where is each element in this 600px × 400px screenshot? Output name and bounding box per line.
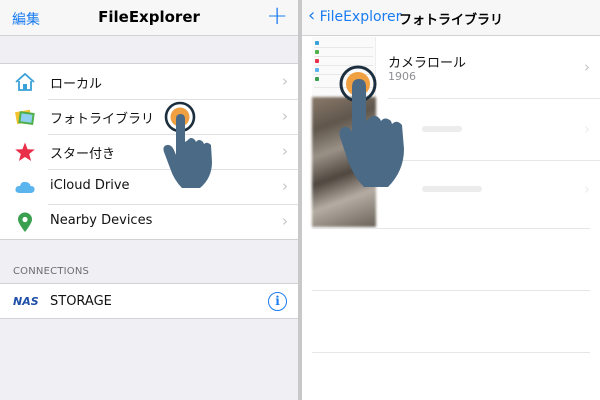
- list-item-label: iCloud Drive: [50, 178, 130, 193]
- pointing-hand-icon: [339, 65, 404, 187]
- list-item-photo-library[interactable]: フォトライブラリ ›: [0, 99, 298, 134]
- chevron-right-icon: ›: [282, 142, 288, 160]
- row-separator: [312, 352, 590, 353]
- chevron-right-icon: ›: [282, 212, 288, 230]
- location-pin-icon: [18, 212, 32, 232]
- list-item-icloud-drive[interactable]: iCloud Drive ›: [0, 169, 298, 204]
- list-item-label: スター付き: [50, 147, 116, 162]
- row-separator: [312, 290, 590, 291]
- chevron-right-icon: ›: [282, 107, 288, 125]
- house-icon: [15, 72, 35, 91]
- list-item-label: ローカル: [50, 77, 103, 92]
- list-item-nearby-devices[interactable]: Nearby Devices ›: [0, 204, 298, 239]
- mini-divider: [314, 47, 373, 48]
- navigation-bar: 編集 FileExplorer +: [0, 0, 298, 36]
- connection-item-storage[interactable]: NAS STORAGE i: [0, 283, 298, 319]
- back-button[interactable]: ‹ FileExplorer: [308, 7, 402, 26]
- pointing-hand-icon: [163, 101, 212, 188]
- nav-title: FileExplorer: [98, 8, 200, 26]
- chevron-right-icon: ›: [584, 120, 590, 138]
- chevron-right-icon: ›: [282, 177, 288, 195]
- list-item-starred[interactable]: スター付き ›: [0, 134, 298, 169]
- cloud-icon: [15, 181, 35, 193]
- back-label: FileExplorer: [319, 9, 402, 25]
- chevron-left-icon: ‹: [308, 5, 316, 26]
- mini-divider: [314, 56, 373, 57]
- chevron-right-icon: ›: [584, 58, 590, 76]
- locations-list: ローカル › フォトライブラリ › スター付き › iCloud Drive ›: [0, 63, 298, 240]
- mini-star-icon: [315, 59, 319, 63]
- chevron-right-icon: ›: [282, 72, 288, 90]
- mini-pin-icon: [315, 77, 319, 81]
- star-icon: [15, 142, 35, 161]
- list-item-label: フォトライブラリ: [50, 112, 155, 127]
- list-item-label: Nearby Devices: [50, 213, 153, 228]
- nav-title: フォトライブラリ: [399, 13, 504, 28]
- connections-header: CONNECTIONS: [13, 266, 90, 277]
- mini-cloud-icon: [315, 68, 319, 72]
- ghost-row-placeholder: [422, 126, 462, 132]
- connection-label: STORAGE: [50, 294, 112, 309]
- chevron-right-icon: ›: [584, 180, 590, 198]
- list-item-local[interactable]: ローカル ›: [0, 64, 298, 99]
- photo-library-screen: ‹ FileExplorer フォトライブラリ カメラロール 1906 › › …: [302, 0, 600, 400]
- row-separator: [312, 228, 590, 229]
- ghost-row-placeholder: [422, 186, 482, 192]
- mini-photos-icon: [315, 50, 319, 54]
- mini-house-icon: [315, 41, 319, 45]
- nas-logo: NAS: [13, 295, 39, 308]
- navigation-bar: ‹ FileExplorer フォトライブラリ: [302, 0, 600, 36]
- file-explorer-screen: 編集 FileExplorer + ローカル › フォトライブラリ › スター付…: [0, 0, 298, 400]
- plus-icon[interactable]: +: [266, 3, 288, 29]
- photos-icon: [15, 109, 35, 126]
- info-icon[interactable]: i: [268, 292, 287, 311]
